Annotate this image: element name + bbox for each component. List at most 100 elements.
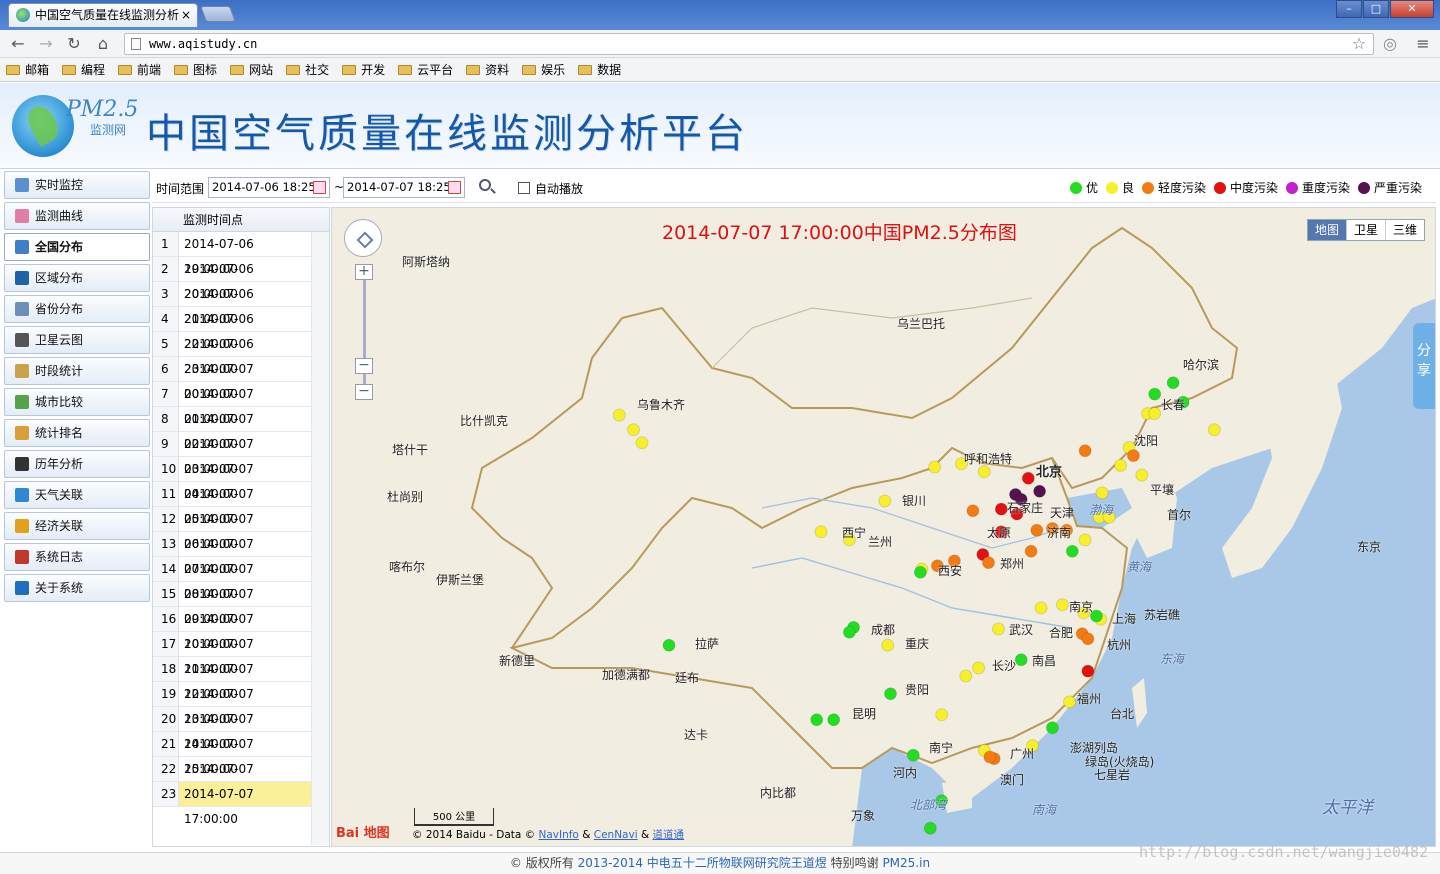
bookmark-folder[interactable]: 娱乐 [522,58,565,81]
bookmark-folder[interactable]: 网站 [230,58,273,81]
back-arrow-icon[interactable]: ← [8,34,28,54]
sidebar-item[interactable]: 经济关联 [4,512,150,540]
station-marker[interactable] [982,556,995,570]
station-marker[interactable] [1078,444,1092,458]
station-marker[interactable] [1135,468,1149,482]
table-row[interactable]: 5 2014-07-06 23:00:00 [153,332,329,376]
station-marker[interactable] [627,423,640,437]
daodao-link[interactable]: 道道通 [653,829,685,841]
sidebar-item[interactable]: 监测曲线 [4,202,150,230]
share-button[interactable]: 分享 [1413,323,1435,409]
sidebar-item[interactable]: 卫星云图 [4,326,150,354]
station-marker[interactable] [983,750,997,764]
station-marker[interactable] [1207,423,1221,437]
table-row[interactable]: 15 2014-07-07 09:00:00 [153,582,329,626]
table-row[interactable]: 6 2014-07-07 00:00:00 [153,357,329,401]
station-marker[interactable] [1148,387,1162,401]
station-marker[interactable] [1021,471,1035,485]
table-row[interactable]: 10 2014-07-07 04:00:00 [153,457,329,501]
pm25-map[interactable]: 2014-07-07 17:00:00中国PM2.5分布图 地图 卫星 三维 分享 … [331,207,1436,847]
minimize-button[interactable]: – [1336,0,1362,18]
bookmark-folder[interactable]: 前端 [118,58,161,81]
table-row[interactable]: 16 2014-07-07 10:00:00 [153,607,329,651]
map-type-button[interactable]: 地图 [1307,220,1346,240]
station-marker[interactable] [1034,601,1048,615]
browser-tab[interactable]: 中国空气质量在线监测分析 × [8,3,198,27]
bookmark-folder[interactable]: 编程 [62,58,105,81]
station-marker[interactable] [1014,653,1028,667]
station-marker[interactable] [1095,486,1109,500]
station-marker[interactable] [810,713,824,727]
calendar-icon[interactable] [313,181,326,194]
station-marker[interactable] [1081,632,1095,646]
end-date-input[interactable]: 2014-07-07 18:25 [343,177,465,198]
bookmark-folder[interactable]: 数据 [578,58,621,81]
autoplay-checkbox[interactable] [518,182,530,194]
station-marker[interactable] [994,502,1008,516]
sidebar-item[interactable]: 历年分析 [4,450,150,478]
station-marker[interactable] [923,821,937,835]
menu-icon[interactable]: ≡ [1413,34,1433,54]
station-marker[interactable] [881,638,895,652]
bookmark-folder[interactable]: 资料 [466,58,509,81]
reload-icon[interactable]: ↻ [64,34,84,54]
pan-control-icon[interactable] [344,219,382,257]
table-row[interactable]: 14 2014-07-07 08:00:00 [153,557,329,601]
station-marker[interactable] [827,713,841,727]
bookmark-star-icon[interactable]: ☆ [1349,34,1369,54]
bookmark-folder[interactable]: 邮箱 [6,58,49,81]
station-marker[interactable] [906,748,920,762]
table-row[interactable]: 7 2014-07-07 01:00:00 [153,382,329,426]
station-marker[interactable] [842,625,856,639]
sidebar-item[interactable]: 区域分布 [4,264,150,292]
table-row[interactable]: 222014-07-07 16:00:00 [153,757,329,801]
station-marker[interactable] [1081,664,1095,678]
sidebar-item[interactable]: 全国分布 [4,233,150,261]
table-row[interactable]: 1 2014-07-06 19:00:00 [153,232,329,276]
station-marker[interactable] [1078,533,1092,547]
table-row[interactable]: 18 2014-07-07 12:00:00 [153,657,329,701]
station-marker[interactable] [966,504,980,518]
station-marker[interactable] [959,669,973,683]
sidebar-item[interactable]: 实时监控 [4,171,150,199]
station-marker[interactable] [1114,458,1128,472]
station-marker[interactable] [1063,695,1076,709]
map-type-button[interactable]: 三维 [1384,220,1424,240]
station-marker[interactable] [913,565,927,579]
start-date-input[interactable]: 2014-07-06 18:25 [208,177,330,198]
map-canvas[interactable] [332,208,1436,847]
forward-arrow-icon[interactable]: → [36,34,56,54]
station-marker[interactable] [935,708,949,722]
station-marker[interactable] [1055,598,1069,612]
station-marker[interactable] [977,465,991,479]
extension-icon[interactable]: ◎ [1380,34,1400,54]
table-row[interactable]: 3 2014-07-06 21:00:00 [153,282,329,326]
sidebar-item[interactable]: 时段统计 [4,357,150,385]
station-marker[interactable] [928,460,942,474]
sidebar-item[interactable]: 关于系统 [4,574,150,602]
zoom-out-button[interactable]: − [355,384,373,400]
table-row[interactable]: 12 2014-07-07 06:00:00 [153,507,329,551]
station-marker[interactable] [1126,449,1140,463]
table-row[interactable]: 23 2014-07-07 17:00:00 [153,782,329,826]
map-type-button[interactable]: 卫星 [1345,220,1385,240]
table-row[interactable]: 4 2014-07-06 22:00:00 [153,307,329,351]
station-marker[interactable] [1030,523,1044,537]
station-marker[interactable] [1033,484,1047,498]
sidebar-item[interactable]: 天气关联 [4,481,150,509]
station-marker[interactable] [878,494,892,508]
station-marker[interactable] [992,622,1005,636]
bookmark-folder[interactable]: 云平台 [398,58,453,81]
home-icon[interactable]: ⌂ [93,34,113,54]
cennavi-link[interactable]: CenNavi [594,829,638,841]
sidebar-item[interactable]: 省份分布 [4,295,150,323]
table-row[interactable]: 17 2014-07-07 11:00:00 [153,632,329,676]
table-row[interactable]: 11 2014-07-07 05:00:00 [153,482,329,526]
station-marker[interactable] [884,687,897,701]
station-marker[interactable] [1045,721,1059,735]
bookmark-folder[interactable]: 开发 [342,58,385,81]
table-row[interactable]: 2 2014-07-06 20:00:00 [153,257,329,301]
search-icon[interactable] [479,179,491,191]
station-marker[interactable] [635,436,649,450]
bookmark-folder[interactable]: 图标 [174,58,217,81]
